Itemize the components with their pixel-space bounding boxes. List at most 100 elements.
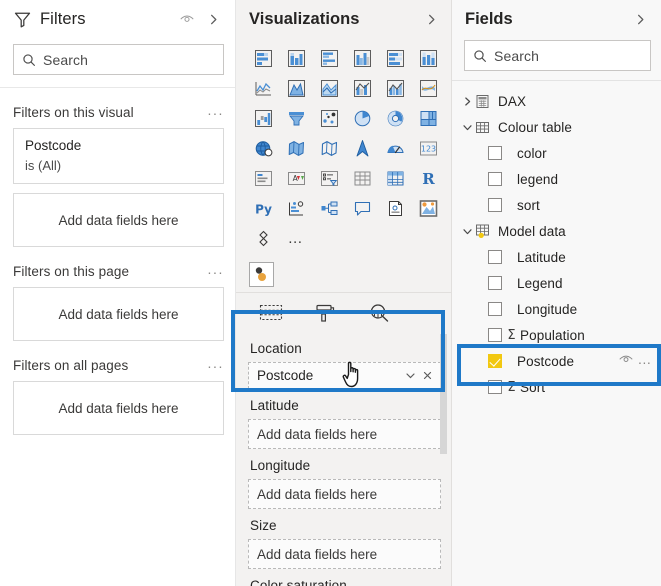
filter-dropzone-visual[interactable]: Add data fields here [13,193,224,247]
field-table-dax[interactable]: DAX [452,88,661,114]
field-checkbox[interactable] [488,172,502,186]
slicer-icon[interactable] [314,164,344,193]
eye-icon[interactable] [618,351,634,372]
chevron-right-icon[interactable] [460,96,475,107]
chevron-down-icon[interactable] [404,369,417,382]
table-icon[interactable] [347,164,377,193]
arcgis-map-icon[interactable] [347,134,377,163]
field-checkbox[interactable] [488,328,502,342]
analytics-magnifier-icon[interactable] [364,300,394,326]
hundred-percent-stacked-bar-chart-icon[interactable] [380,44,410,73]
fields-grid-icon[interactable] [256,300,286,326]
filter-group-menu-icon[interactable]: ... [208,262,224,278]
area-chart-icon[interactable] [281,74,311,103]
field-checkbox[interactable] [488,354,502,368]
chevron-down-icon[interactable] [460,122,475,133]
filters-search-wrap: Search [0,38,235,85]
gauge-icon[interactable] [380,134,410,163]
q-and-a-icon[interactable] [347,194,377,223]
field-checkbox[interactable] [488,276,502,290]
field-checkbox[interactable] [488,380,502,394]
more-options-ellipsis-icon[interactable]: … [637,352,653,368]
field-checkbox[interactable] [488,302,502,316]
collapse-fields-icon[interactable] [630,9,650,29]
eye-icon[interactable] [177,9,197,29]
field-item-postcode[interactable]: Postcode … [452,348,661,374]
field-item-sort[interactable]: sort [452,192,661,218]
field-table-colour-table[interactable]: Colour table [452,114,661,140]
field-item-longitude[interactable]: Longitude [452,296,661,322]
fields-search-input[interactable]: Search [464,40,651,71]
filled-map-icon[interactable] [281,134,311,163]
collapse-filters-icon[interactable] [203,9,223,29]
field-table-model-data[interactable]: Model data [452,218,661,244]
hundred-percent-stacked-column-chart-icon[interactable] [413,44,443,73]
key-influencers-icon[interactable] [281,194,311,223]
stacked-area-chart-icon[interactable] [314,74,344,103]
shape-map-icon[interactable] [314,134,344,163]
funnel-chart-icon[interactable] [281,104,311,133]
field-item-label: Postcode [517,353,575,369]
svg-text:123: 123 [420,145,435,154]
field-wells-scroll-thumb[interactable] [440,334,447,454]
filter-group-header: Filters on this page ... [13,255,224,287]
map-icon[interactable] [248,134,278,163]
field-item-population[interactable]: Σ Population [452,322,661,348]
clustered-column-chart-icon[interactable] [347,44,377,73]
fields-header: Fields [452,0,661,38]
r-script-visual-icon[interactable]: R [413,164,443,193]
calculator-table-icon [475,94,492,109]
line-clustered-column-chart-icon[interactable] [380,74,410,103]
ribbon-chart-icon[interactable] [413,74,443,103]
field-checkbox[interactable] [488,146,502,160]
card-icon[interactable]: 123 [413,134,443,163]
multi-row-card-icon[interactable] [248,164,278,193]
decomposition-tree-icon[interactable] [314,194,344,223]
collapse-visualizations-icon[interactable] [421,9,441,29]
filter-card[interactable]: Postcode is (All) [13,128,224,184]
field-checkbox[interactable] [488,198,502,212]
field-checkbox[interactable] [488,250,502,264]
filter-dropzone-all-pages[interactable]: Add data fields here [13,381,224,435]
python-visual-icon[interactable]: Py [248,194,278,223]
field-item-color[interactable]: color [452,140,661,166]
filters-on-all-pages-group: Filters on all pages ... Add data fields… [0,349,235,435]
kpi-icon[interactable]: A [281,164,311,193]
scatter-chart-icon[interactable] [314,104,344,133]
donut-chart-icon[interactable] [380,104,410,133]
waterfall-chart-icon[interactable] [248,104,278,133]
stacked-bar-chart-icon[interactable] [248,44,278,73]
filters-search-input[interactable]: Search [13,44,224,75]
filter-group-menu-icon[interactable]: ... [208,103,224,119]
line-chart-icon[interactable] [248,74,278,103]
well-label-size: Size [250,518,277,533]
custom-visual-thumbnail-row [236,258,451,292]
custom-visual-icon[interactable] [413,194,443,223]
filter-dropzone-page[interactable]: Add data fields here [13,287,224,341]
line-stacked-column-chart-icon[interactable] [347,74,377,103]
filters-pane: Filters Search Filters on this visual ..… [0,0,236,586]
filter-group-menu-icon[interactable]: ... [208,356,224,372]
well-dropzone-longitude[interactable]: Add data fields here [248,479,441,509]
treemap-icon[interactable] [413,104,443,133]
field-wells-scrollbar[interactable] [440,332,449,586]
field-item-sort[interactable]: Σ Sort [452,374,661,400]
filter-group-title: Filters on all pages [13,357,129,373]
more-options-ellipsis-icon[interactable]: … [281,224,311,253]
custom-visual-thumbnail-icon[interactable] [249,262,274,287]
get-more-visuals-icon[interactable] [248,224,278,253]
paint-roller-icon[interactable] [310,300,340,326]
stacked-column-chart-icon[interactable] [281,44,311,73]
field-item-legend[interactable]: Legend [452,270,661,296]
filter-card-field: Postcode [25,138,82,153]
well-dropzone-size[interactable]: Add data fields here [248,539,441,569]
paginated-report-icon[interactable] [380,194,410,223]
pie-chart-icon[interactable] [347,104,377,133]
close-icon[interactable] [421,369,434,382]
clustered-bar-chart-icon[interactable] [314,44,344,73]
matrix-icon[interactable] [380,164,410,193]
field-item-latitude[interactable]: Latitude [452,244,661,270]
well-dropzone-latitude[interactable]: Add data fields here [248,419,441,449]
chevron-down-icon[interactable] [460,226,475,237]
field-item-legend[interactable]: legend [452,166,661,192]
